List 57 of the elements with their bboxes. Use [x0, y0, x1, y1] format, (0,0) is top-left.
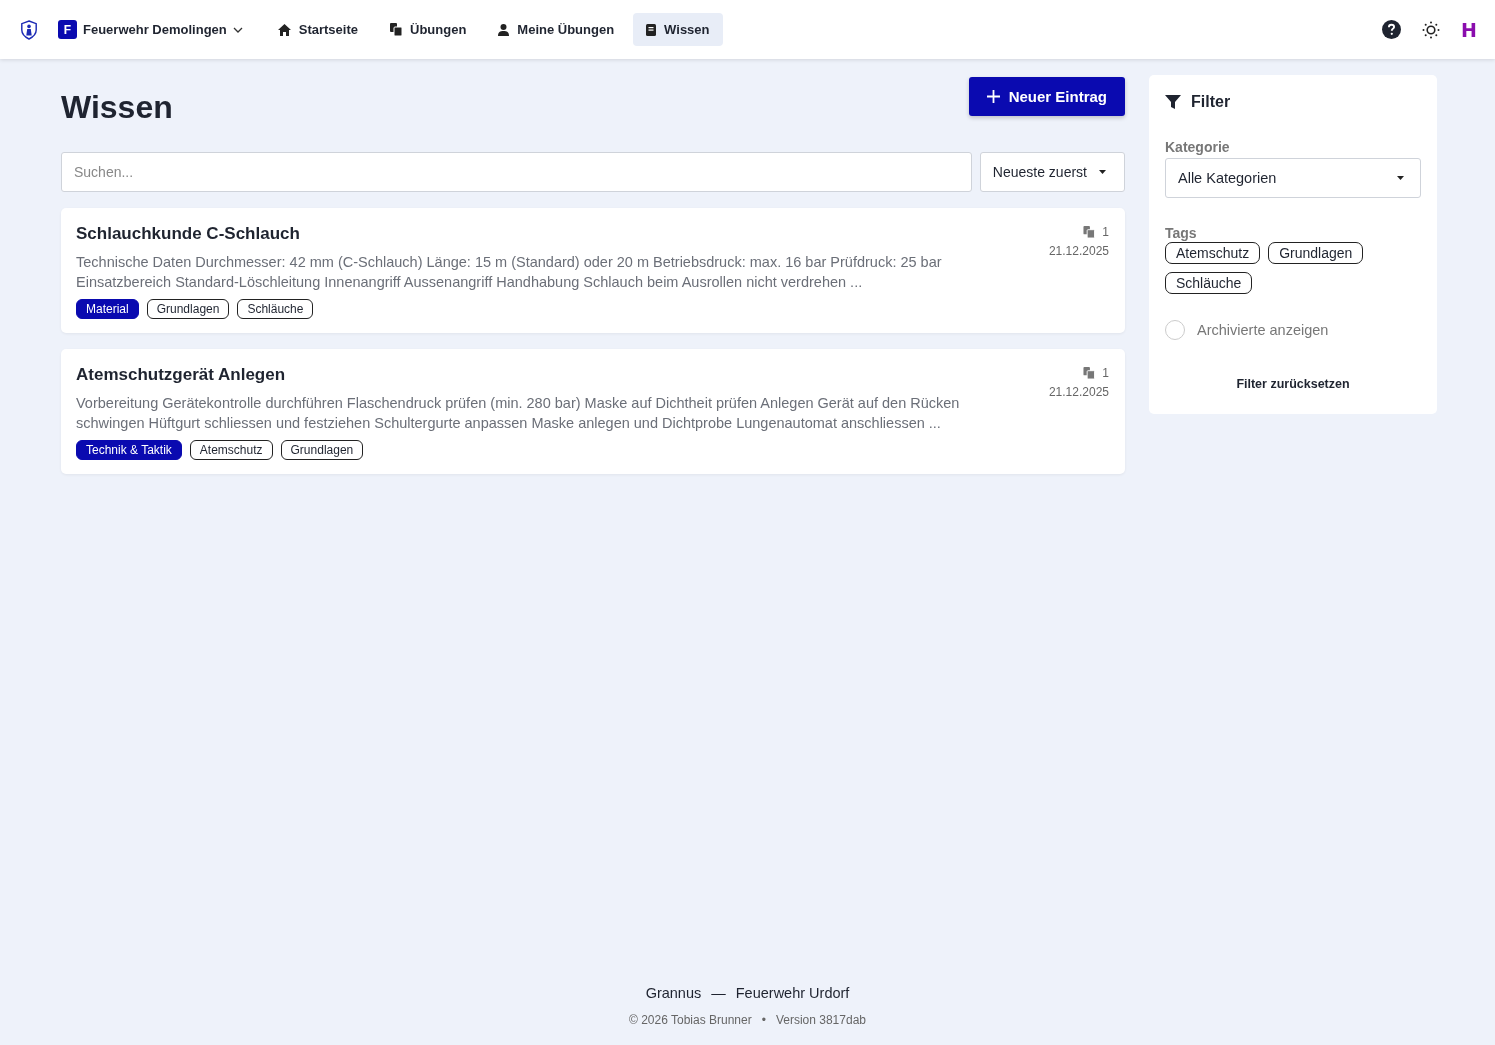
- tag: Grundlagen: [280, 440, 364, 460]
- app-name: Grannus: [645, 985, 702, 1001]
- shield-logo-icon[interactable]: [20, 19, 38, 40]
- organization-name: Feuerwehr Urdorf: [735, 985, 850, 1001]
- nav-tab[interactable]: Wissen: [633, 13, 723, 46]
- copy-icon: [390, 23, 402, 36]
- tag-filter-chip[interactable]: Schläuche: [1165, 272, 1253, 294]
- category-label: Kategorie: [1165, 139, 1231, 155]
- tag: Atemschutz: [189, 440, 273, 460]
- copy-icon: [1083, 226, 1096, 238]
- tag-filter-chip[interactable]: Atemschutz: [1165, 242, 1261, 264]
- new-entry-button[interactable]: Neuer Eintrag: [968, 77, 1125, 116]
- sort-dropdown[interactable]: Neueste zuerst: [979, 152, 1125, 192]
- filter-title: Filter: [1191, 93, 1231, 111]
- category-tag: Technik & Taktik: [76, 440, 182, 460]
- entry-title: Atemschutzgerät Anlegen: [76, 365, 287, 385]
- organization-switcher[interactable]: F Feuerwehr Demolingen: [58, 20, 243, 39]
- filter-icon: [1165, 95, 1181, 109]
- entry-description: Vorbereitung Gerätekontrolle durchführen Flaschendruck prüfen (min. 280 bar) Maske auf Dichtheit prüfen Anlegen Gerät auf den Rücken schwingen Hüftgurt schliessen und festziehen Schultergurte anpassen Maske anlegen und Dichtprobe Lungenautomat anschliessen ...: [76, 394, 961, 433]
- entry-card[interactable]: [61, 208, 1125, 333]
- separator: —: [711, 985, 726, 1001]
- caret-icon: [1397, 176, 1404, 180]
- category-select[interactable]: Alle Kategorien: [1165, 158, 1421, 198]
- entry-card[interactable]: [61, 349, 1125, 474]
- organization-name: Feuerwehr Demolingen: [83, 22, 227, 37]
- entry-title: Schlauchkunde C-Schlauch: [76, 224, 301, 244]
- user-avatar[interactable]: H: [1461, 18, 1477, 41]
- page-title: Wissen: [61, 89, 173, 126]
- usage-count: 1: [1102, 366, 1109, 380]
- plus-icon: [986, 90, 1000, 103]
- nav-tab[interactable]: Übungen: [377, 13, 480, 46]
- archived-label: Archivierte anzeigen: [1197, 322, 1329, 338]
- tag-filter-chip[interactable]: Grundlagen: [1268, 242, 1364, 264]
- nav-tab[interactable]: Startseite: [264, 13, 371, 46]
- sun-icon[interactable]: [1422, 20, 1441, 39]
- separator: •: [761, 1013, 766, 1027]
- category-tag: Material: [76, 299, 139, 319]
- book-icon: [646, 23, 657, 36]
- tag: Schläuche: [237, 299, 314, 319]
- search-field[interactable]: Suchen...: [61, 152, 972, 192]
- tags-label: Tags: [1165, 225, 1198, 241]
- tag: Grundlagen: [146, 299, 230, 319]
- entry-date: 21.12.2025: [1048, 244, 1109, 258]
- copyright: © 2026 Tobias Brunner: [629, 1013, 752, 1027]
- version: Version 3817dab: [775, 1013, 866, 1027]
- reset-filter-button[interactable]: Filter zurücksetzen: [1230, 376, 1356, 392]
- user-icon: [498, 23, 510, 36]
- caret-icon: [1099, 170, 1106, 174]
- chevron-down-icon: [232, 26, 243, 33]
- usage-count: 1: [1102, 225, 1109, 239]
- organization-initial: F: [58, 20, 77, 39]
- nav-tab[interactable]: Meine Übungen: [485, 13, 628, 46]
- help-icon[interactable]: [1382, 20, 1402, 39]
- entry-description: Technische Daten Durchmesser: 42 mm (C-Schlauch) Länge: 15 m (Standard) oder 20 m Betriebsdruck: max. 16 bar Prüfdruck: 25 bar Einsatzbereich Standard-Löschleitung Innenangriff Aussenangriff Handhabung Schlauch beim Ausrollen nicht verdrehen ...: [76, 253, 943, 292]
- entry-date: 21.12.2025: [1048, 385, 1109, 399]
- home-icon: [277, 23, 291, 36]
- copy-icon: [1083, 367, 1096, 379]
